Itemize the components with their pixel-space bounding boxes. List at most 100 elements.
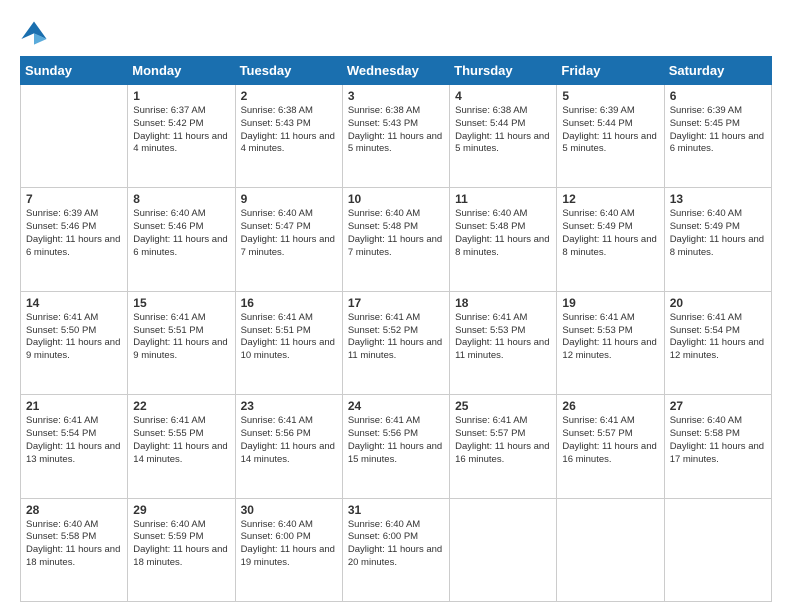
day-info: Sunrise: 6:41 AMSunset: 5:51 PMDaylight:… [133, 312, 229, 363]
day-number: 6 [670, 89, 766, 103]
day-number: 24 [348, 399, 444, 413]
calendar-cell: 31 Sunrise: 6:40 AMSunset: 6:00 PMDayligh… [342, 498, 449, 601]
calendar-cell: 29 Sunrise: 6:40 AMSunset: 5:59 PMDayligh… [128, 498, 235, 601]
calendar-cell: 25 Sunrise: 6:41 AMSunset: 5:57 PMDayligh… [450, 395, 557, 498]
calendar-cell: 14Sunrise: 6:41 AMSunset: 5:50 PMDayligh… [21, 291, 128, 394]
day-number: 1 [133, 89, 229, 103]
calendar-cell: 1 Sunrise: 6:37 AMSunset: 5:42 PMDaylight… [128, 85, 235, 188]
calendar-cell: 8 Sunrise: 6:40 AMSunset: 5:46 PMDaylight… [128, 188, 235, 291]
day-number: 16 [241, 296, 337, 310]
day-number: 29 [133, 503, 229, 517]
day-info: Sunrise: 6:41 AMSunset: 5:56 PMDaylight:… [348, 415, 444, 466]
day-info: Sunrise: 6:41 AMSunset: 5:54 PMDaylight:… [670, 312, 766, 363]
day-number: 17 [348, 296, 444, 310]
day-info: Sunrise: 6:41 AMSunset: 5:51 PMDaylight:… [241, 312, 337, 363]
day-number: 7 [26, 192, 122, 206]
calendar-week-row: 21Sunrise: 6:41 AMSunset: 5:54 PMDayligh… [21, 395, 772, 498]
calendar: SundayMondayTuesdayWednesdayThursdayFrid… [20, 56, 772, 602]
day-info: Sunrise: 6:40 AMSunset: 5:49 PMDaylight:… [562, 208, 658, 259]
day-number: 21 [26, 399, 122, 413]
day-info: Sunrise: 6:39 AMSunset: 5:46 PMDaylight:… [26, 208, 122, 259]
day-number: 23 [241, 399, 337, 413]
calendar-week-row: 28 Sunrise: 6:40 AMSunset: 5:58 PMDayligh… [21, 498, 772, 601]
day-info: Sunrise: 6:40 AMSunset: 5:48 PMDaylight:… [455, 208, 551, 259]
calendar-cell: 20Sunrise: 6:41 AMSunset: 5:54 PMDayligh… [664, 291, 771, 394]
day-info: Sunrise: 6:39 AMSunset: 5:44 PMDaylight:… [562, 105, 658, 156]
calendar-cell: 6 Sunrise: 6:39 AMSunset: 5:45 PMDaylight… [664, 85, 771, 188]
calendar-week-row: 7 Sunrise: 6:39 AMSunset: 5:46 PMDaylight… [21, 188, 772, 291]
day-header-sunday: Sunday [21, 57, 128, 85]
day-info: Sunrise: 6:40 AMSunset: 5:46 PMDaylight:… [133, 208, 229, 259]
calendar-cell: 28 Sunrise: 6:40 AMSunset: 5:58 PMDayligh… [21, 498, 128, 601]
calendar-cell: 30 Sunrise: 6:40 AMSunset: 6:00 PMDayligh… [235, 498, 342, 601]
header [20, 18, 772, 46]
calendar-cell: 2 Sunrise: 6:38 AMSunset: 5:43 PMDaylight… [235, 85, 342, 188]
calendar-cell: 16 Sunrise: 6:41 AMSunset: 5:51 PMDayligh… [235, 291, 342, 394]
day-header-wednesday: Wednesday [342, 57, 449, 85]
day-info: Sunrise: 6:38 AMSunset: 5:43 PMDaylight:… [241, 105, 337, 156]
day-number: 9 [241, 192, 337, 206]
day-info: Sunrise: 6:40 AMSunset: 5:59 PMDaylight:… [133, 519, 229, 570]
calendar-cell: 12 Sunrise: 6:40 AMSunset: 5:49 PMDayligh… [557, 188, 664, 291]
day-number: 2 [241, 89, 337, 103]
day-header-thursday: Thursday [450, 57, 557, 85]
day-number: 8 [133, 192, 229, 206]
calendar-cell [664, 498, 771, 601]
calendar-cell [450, 498, 557, 601]
day-info: Sunrise: 6:41 AMSunset: 5:56 PMDaylight:… [241, 415, 337, 466]
calendar-cell: 26Sunrise: 6:41 AMSunset: 5:57 PMDayligh… [557, 395, 664, 498]
day-info: Sunrise: 6:40 AMSunset: 5:47 PMDaylight:… [241, 208, 337, 259]
day-number: 30 [241, 503, 337, 517]
day-header-saturday: Saturday [664, 57, 771, 85]
day-number: 25 [455, 399, 551, 413]
day-info: Sunrise: 6:40 AMSunset: 5:49 PMDaylight:… [670, 208, 766, 259]
day-number: 12 [562, 192, 658, 206]
day-info: Sunrise: 6:40 AMSunset: 5:58 PMDaylight:… [26, 519, 122, 570]
calendar-cell: 23 Sunrise: 6:41 AMSunset: 5:56 PMDayligh… [235, 395, 342, 498]
day-number: 13 [670, 192, 766, 206]
day-info: Sunrise: 6:40 AMSunset: 5:48 PMDaylight:… [348, 208, 444, 259]
day-number: 28 [26, 503, 122, 517]
day-info: Sunrise: 6:40 AMSunset: 5:58 PMDaylight:… [670, 415, 766, 466]
day-info: Sunrise: 6:41 AMSunset: 5:57 PMDaylight:… [455, 415, 551, 466]
calendar-cell: 13 Sunrise: 6:40 AMSunset: 5:49 PMDayligh… [664, 188, 771, 291]
calendar-cell: 4Sunrise: 6:38 AMSunset: 5:44 PMDaylight… [450, 85, 557, 188]
day-number: 4 [455, 89, 551, 103]
calendar-cell: 17 Sunrise: 6:41 AMSunset: 5:52 PMDayligh… [342, 291, 449, 394]
calendar-cell: 9 Sunrise: 6:40 AMSunset: 5:47 PMDaylight… [235, 188, 342, 291]
day-header-friday: Friday [557, 57, 664, 85]
day-number: 31 [348, 503, 444, 517]
day-number: 22 [133, 399, 229, 413]
day-info: Sunrise: 6:37 AMSunset: 5:42 PMDaylight:… [133, 105, 229, 156]
day-info: Sunrise: 6:40 AMSunset: 6:00 PMDaylight:… [241, 519, 337, 570]
calendar-cell: 19Sunrise: 6:41 AMSunset: 5:53 PMDayligh… [557, 291, 664, 394]
day-info: Sunrise: 6:41 AMSunset: 5:53 PMDaylight:… [455, 312, 551, 363]
day-header-tuesday: Tuesday [235, 57, 342, 85]
day-number: 10 [348, 192, 444, 206]
day-header-monday: Monday [128, 57, 235, 85]
day-info: Sunrise: 6:40 AMSunset: 6:00 PMDaylight:… [348, 519, 444, 570]
day-info: Sunrise: 6:41 AMSunset: 5:55 PMDaylight:… [133, 415, 229, 466]
logo-icon [20, 18, 48, 46]
calendar-cell: 11Sunrise: 6:40 AMSunset: 5:48 PMDayligh… [450, 188, 557, 291]
day-number: 19 [562, 296, 658, 310]
calendar-cell: 10 Sunrise: 6:40 AMSunset: 5:48 PMDayligh… [342, 188, 449, 291]
calendar-cell [21, 85, 128, 188]
day-info: Sunrise: 6:41 AMSunset: 5:57 PMDaylight:… [562, 415, 658, 466]
calendar-cell: 24 Sunrise: 6:41 AMSunset: 5:56 PMDayligh… [342, 395, 449, 498]
calendar-cell: 22 Sunrise: 6:41 AMSunset: 5:55 PMDayligh… [128, 395, 235, 498]
day-info: Sunrise: 6:38 AMSunset: 5:43 PMDaylight:… [348, 105, 444, 156]
calendar-cell: 27Sunrise: 6:40 AMSunset: 5:58 PMDayligh… [664, 395, 771, 498]
calendar-week-row: 1 Sunrise: 6:37 AMSunset: 5:42 PMDaylight… [21, 85, 772, 188]
day-info: Sunrise: 6:39 AMSunset: 5:45 PMDaylight:… [670, 105, 766, 156]
logo [20, 18, 52, 46]
calendar-cell: 18Sunrise: 6:41 AMSunset: 5:53 PMDayligh… [450, 291, 557, 394]
calendar-cell: 5 Sunrise: 6:39 AMSunset: 5:44 PMDaylight… [557, 85, 664, 188]
day-number: 5 [562, 89, 658, 103]
calendar-cell: 21Sunrise: 6:41 AMSunset: 5:54 PMDayligh… [21, 395, 128, 498]
calendar-cell: 15Sunrise: 6:41 AMSunset: 5:51 PMDayligh… [128, 291, 235, 394]
calendar-header-row: SundayMondayTuesdayWednesdayThursdayFrid… [21, 57, 772, 85]
day-info: Sunrise: 6:41 AMSunset: 5:50 PMDaylight:… [26, 312, 122, 363]
day-number: 3 [348, 89, 444, 103]
day-info: Sunrise: 6:41 AMSunset: 5:52 PMDaylight:… [348, 312, 444, 363]
